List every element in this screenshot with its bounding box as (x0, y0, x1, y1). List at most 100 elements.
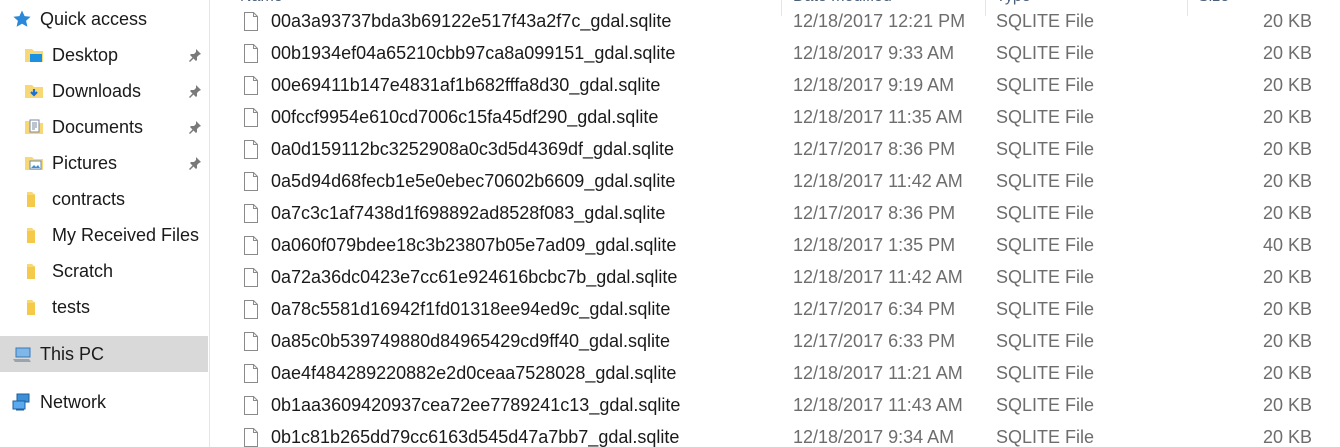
file-size: 20 KB (1262, 11, 1312, 31)
sidebar-item-this-pc[interactable]: This PC (0, 336, 208, 372)
file-icon (244, 140, 258, 159)
file-icon (244, 12, 258, 31)
sidebar-item-label: Network (40, 391, 107, 412)
file-name: 00a3a93737bda3b69122e517f43a2f7c_gdal.sq… (271, 11, 672, 31)
file-icon (244, 108, 258, 127)
folder-icon (24, 225, 44, 245)
sidebar-item-label: My Received Files (52, 224, 200, 245)
sidebar-item-downloads[interactable]: Downloads (0, 73, 208, 109)
pin-icon[interactable] (187, 47, 203, 63)
sidebar-item-network[interactable]: Network (0, 384, 208, 420)
file-list: Name Date modified Type Size 00a3a93737b… (211, 0, 1340, 447)
file-size: 20 KB (1262, 43, 1312, 63)
network-icon (12, 392, 32, 412)
file-name: 0a72a36dc0423e7cc61e924616bcbc7b_gdal.sq… (271, 267, 678, 287)
sidebar-item-label: contracts (52, 188, 126, 209)
sidebar-item-desktop[interactable]: Desktop (0, 37, 208, 73)
file-name: 00e69411b147e4831af1b682fffa8d30_gdal.sq… (271, 75, 661, 95)
file-icon (244, 204, 258, 223)
file-type: SQLITE File (996, 171, 1095, 191)
file-row[interactable]: 00a3a93737bda3b69122e517f43a2f7c_gdal.sq… (211, 8, 1340, 40)
file-row[interactable]: 0a5d94d68fecb1e5e0ebec70602b6609_gdal.sq… (211, 168, 1340, 200)
column-header-type[interactable]: Type (996, 0, 1031, 8)
file-name: 0ae4f484289220882e2d0ceaa7528028_gdal.sq… (271, 363, 677, 383)
computer-icon (12, 344, 32, 364)
file-row[interactable]: 0ae4f484289220882e2d0ceaa7528028_gdal.sq… (211, 360, 1340, 392)
file-icon (244, 268, 258, 287)
sidebar-item-label: Desktop (52, 44, 119, 65)
file-size: 20 KB (1262, 395, 1312, 415)
file-row[interactable]: 0a7c3c1af7438d1f698892ad8528f083_gdal.sq… (211, 200, 1340, 232)
sidebar-item-pictures[interactable]: Pictures (0, 145, 208, 181)
folder-icon (24, 189, 44, 209)
file-icon (244, 300, 258, 319)
pin-icon[interactable] (187, 155, 203, 171)
file-type: SQLITE File (996, 203, 1095, 223)
file-row[interactable]: 0a78c5581d16942f1fd01318ee94ed9c_gdal.sq… (211, 296, 1340, 328)
file-type: SQLITE File (996, 107, 1095, 127)
sidebar-item-documents[interactable]: Documents (0, 109, 208, 145)
folder-icon (24, 261, 44, 281)
file-row[interactable]: 0a0d159112bc3252908a0c3d5d4369df_gdal.sq… (211, 136, 1340, 168)
file-type: SQLITE File (996, 75, 1095, 95)
file-type: SQLITE File (996, 299, 1095, 319)
sidebar-item-label: tests (52, 296, 91, 317)
file-size: 20 KB (1262, 171, 1312, 191)
pin-icon[interactable] (187, 83, 203, 99)
file-row[interactable]: 0a85c0b539749880d84965429cd9ff40_gdal.sq… (211, 328, 1340, 360)
file-icon (244, 44, 258, 63)
file-size: 20 KB (1262, 363, 1312, 383)
sidebar-item-tests[interactable]: tests (0, 289, 208, 325)
file-date-modified: 12/18/2017 9:33 AM (793, 43, 955, 63)
downloads-folder-icon (24, 81, 44, 101)
column-header-date[interactable]: Date modified (793, 0, 892, 8)
column-header-name[interactable]: Name (240, 0, 283, 8)
file-name: 00fccf9954e610cd7006c15fa45df290_gdal.sq… (271, 107, 659, 127)
file-size: 20 KB (1262, 139, 1312, 159)
file-date-modified: 12/18/2017 9:34 AM (793, 427, 955, 447)
file-name: 0a7c3c1af7438d1f698892ad8528f083_gdal.sq… (271, 203, 666, 223)
file-name: 0a0d159112bc3252908a0c3d5d4369df_gdal.sq… (271, 139, 675, 159)
file-row[interactable]: 00fccf9954e610cd7006c15fa45df290_gdal.sq… (211, 104, 1340, 136)
file-name: 0a060f079bdee18c3b23807b05e7ad09_gdal.sq… (271, 235, 677, 255)
file-name: 0a78c5581d16942f1fd01318ee94ed9c_gdal.sq… (271, 299, 671, 319)
sidebar-item-label: This PC (40, 343, 105, 364)
file-date-modified: 12/18/2017 1:35 PM (793, 235, 956, 255)
file-type: SQLITE File (996, 11, 1095, 31)
sidebar-item-label: Quick access (40, 8, 148, 29)
file-icon (244, 364, 258, 383)
folder-icon (24, 297, 44, 317)
file-date-modified: 12/18/2017 11:42 AM (793, 267, 963, 287)
file-icon (244, 396, 258, 415)
file-type: SQLITE File (996, 43, 1095, 63)
pin-icon[interactable] (187, 119, 203, 135)
sidebar-item-scratch[interactable]: Scratch (0, 253, 208, 289)
file-icon (244, 236, 258, 255)
file-row[interactable]: 0b1aa3609420937cea72ee7789241c13_gdal.sq… (211, 392, 1340, 424)
file-row[interactable]: 0b1c81b265dd79cc6163d545d47a7bb7_gdal.sq… (211, 424, 1340, 447)
file-date-modified: 12/18/2017 11:42 AM (793, 171, 963, 191)
file-row[interactable]: 00b1934ef04a65210cbb97ca8a099151_gdal.sq… (211, 40, 1340, 72)
file-size: 20 KB (1262, 331, 1312, 351)
column-header-size[interactable]: Size (1198, 0, 1229, 8)
file-date-modified: 12/18/2017 12:21 PM (793, 11, 966, 31)
file-row[interactable]: 0a72a36dc0423e7cc61e924616bcbc7b_gdal.sq… (211, 264, 1340, 296)
file-size: 20 KB (1262, 299, 1312, 319)
file-size: 20 KB (1262, 267, 1312, 287)
file-date-modified: 12/17/2017 8:36 PM (793, 203, 956, 223)
sidebar-item-quick-access[interactable]: Quick access (0, 1, 208, 37)
file-name: 0b1aa3609420937cea72ee7789241c13_gdal.sq… (271, 395, 681, 415)
sidebar-item-contracts[interactable]: contracts (0, 181, 208, 217)
file-row[interactable]: 00e69411b147e4831af1b682fffa8d30_gdal.sq… (211, 72, 1340, 104)
file-type: SQLITE File (996, 331, 1095, 351)
file-name: 0a85c0b539749880d84965429cd9ff40_gdal.sq… (271, 331, 671, 351)
file-row[interactable]: 0a060f079bdee18c3b23807b05e7ad09_gdal.sq… (211, 232, 1340, 264)
file-date-modified: 12/18/2017 11:21 AM (793, 363, 963, 383)
sidebar-item-label: Pictures (52, 152, 118, 173)
sidebar-item-label: Documents (52, 116, 144, 137)
file-date-modified: 12/17/2017 6:33 PM (793, 331, 956, 351)
pictures-folder-icon (24, 153, 44, 173)
file-type: SQLITE File (996, 427, 1095, 447)
sidebar-item-my-received-files[interactable]: My Received Files (0, 217, 208, 253)
navigation-pane: Quick access Desktop Downloads Documents (0, 0, 210, 447)
